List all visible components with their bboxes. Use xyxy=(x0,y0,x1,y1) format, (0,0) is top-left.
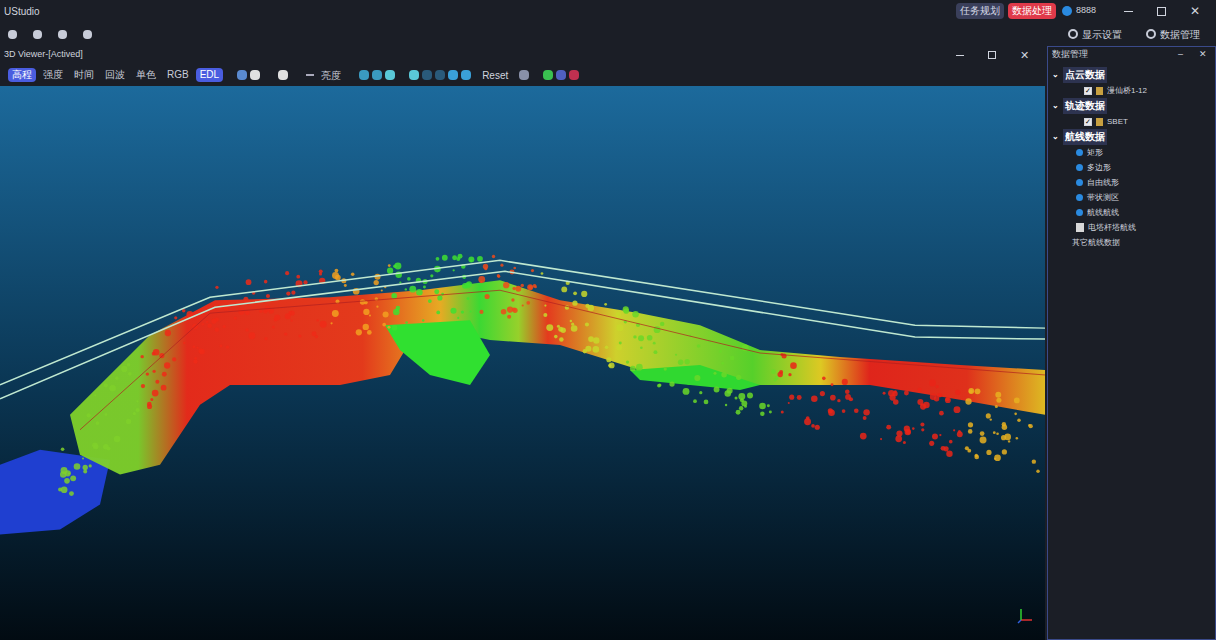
viewer-window: 3D Viewer-[Actived] ✕ 高程强度时间回波单色RGBEDL 亮度 Re… xyxy=(0,46,1045,640)
tree-item[interactable]: 自由线形 xyxy=(1052,175,1211,190)
tree-group: ⌄点云数据✓漫仙桥1-12 xyxy=(1052,67,1211,98)
view-icon[interactable] xyxy=(435,70,445,80)
panel-title: 数据管理 xyxy=(1052,48,1088,62)
chevron-icon: ⌄ xyxy=(1052,98,1059,114)
close-icon[interactable]: ✕ xyxy=(1020,47,1029,64)
route-icon xyxy=(1076,209,1083,216)
route-icon xyxy=(1076,164,1083,171)
view-icon[interactable] xyxy=(359,70,369,80)
clear-icon[interactable] xyxy=(569,70,579,80)
group-header[interactable]: ⌄轨迹数据 xyxy=(1052,98,1211,114)
measure-icon[interactable] xyxy=(519,70,529,80)
tree-group: ⌄轨迹数据✓SBET xyxy=(1052,98,1211,129)
minimize-icon[interactable]: – xyxy=(1178,48,1183,62)
tree-group: ⌄航线数据矩形多边形自由线形带状测区航线航线电塔杆塔航线其它航线数据 xyxy=(1052,129,1211,250)
line-icon[interactable] xyxy=(306,74,314,76)
file-icon xyxy=(1096,87,1103,95)
image-icon[interactable] xyxy=(237,70,247,80)
render-mode[interactable]: 回波 xyxy=(101,68,129,82)
settings-icon xyxy=(1146,29,1156,39)
app-title: UStudio xyxy=(4,4,40,19)
tool-icon[interactable] xyxy=(33,30,42,39)
globe-icon[interactable] xyxy=(461,70,471,80)
tree-item[interactable]: 矩形 xyxy=(1052,145,1211,160)
render-mode[interactable]: 高程 xyxy=(8,68,36,82)
render-mode[interactable]: 单色 xyxy=(132,68,160,82)
grid-icon[interactable] xyxy=(250,70,260,80)
target-icon[interactable] xyxy=(543,70,553,80)
tree-item[interactable]: ✓SBET xyxy=(1052,114,1211,129)
maximize-icon[interactable] xyxy=(1157,7,1166,16)
toolbar-right-button[interactable]: 数据管理 xyxy=(1146,27,1200,42)
tree-item[interactable]: 多边形 xyxy=(1052,160,1211,175)
tree: ⌄点云数据✓漫仙桥1-12⌄轨迹数据✓SBET⌄航线数据矩形多边形自由线形带状测… xyxy=(1048,63,1215,250)
restore-icon[interactable] xyxy=(988,51,996,59)
render-mode[interactable]: EDL xyxy=(196,68,223,82)
render-mode[interactable]: 时间 xyxy=(70,68,98,82)
chevron-icon: ⌄ xyxy=(1052,129,1059,145)
tree-item[interactable]: 其它航线数据 xyxy=(1052,235,1211,250)
view-icon[interactable] xyxy=(372,70,382,80)
group-header[interactable]: ⌄点云数据 xyxy=(1052,67,1211,83)
view-icon[interactable] xyxy=(409,70,419,80)
viewer-header: 3D Viewer-[Actived] ✕ xyxy=(0,46,1045,64)
file-icon xyxy=(1096,118,1103,126)
checkbox[interactable]: ✓ xyxy=(1084,118,1092,126)
viewer-toolbar: 高程强度时间回波单色RGBEDL 亮度 Reset xyxy=(0,64,1045,86)
tree-item[interactable]: 电塔杆塔航线 xyxy=(1052,220,1211,235)
settings-icon xyxy=(1068,29,1078,39)
tree-item[interactable]: 航线航线 xyxy=(1052,205,1211,220)
tower-icon xyxy=(1076,223,1084,232)
title-bar: UStudio 任务规划数据处理 8888 ✕ xyxy=(0,0,1216,22)
panel-header: 数据管理 – ✕ xyxy=(1048,47,1215,63)
minimize-icon[interactable] xyxy=(956,55,964,56)
main-toolbar: 显示设置 数据管理 xyxy=(0,22,1216,46)
route-icon xyxy=(1076,149,1083,156)
point-cloud[interactable] xyxy=(0,86,1045,640)
view-icon[interactable] xyxy=(385,70,395,80)
header-button[interactable]: 数据处理 xyxy=(1008,3,1056,19)
group-header[interactable]: ⌄航线数据 xyxy=(1052,129,1211,145)
header-button[interactable]: 任务规划 xyxy=(956,3,1004,19)
view-icon[interactable] xyxy=(422,70,432,80)
route-icon xyxy=(1076,194,1083,201)
tool-icon[interactable] xyxy=(58,30,67,39)
viewport[interactable] xyxy=(0,86,1045,640)
axis-icon xyxy=(1017,608,1033,624)
close-icon[interactable]: ✕ xyxy=(1190,2,1200,20)
chevron-icon: ⌄ xyxy=(1052,67,1059,83)
close-icon[interactable]: ✕ xyxy=(1199,48,1207,62)
tool-icon[interactable] xyxy=(83,30,92,39)
tree-item[interactable]: 带状测区 xyxy=(1052,190,1211,205)
app: UStudio任务规划数据处理8888✕显示设置数据管理3D Viewer-[A… xyxy=(0,0,1216,640)
brightness-label: 亮度 xyxy=(321,68,341,83)
globe-icon[interactable] xyxy=(448,70,458,80)
pick-icon[interactable] xyxy=(556,70,566,80)
tree-item[interactable]: ✓漫仙桥1-12 xyxy=(1052,83,1211,98)
tool-icon[interactable] xyxy=(8,30,17,39)
minimize-icon[interactable] xyxy=(1124,11,1133,12)
point-icon[interactable] xyxy=(278,70,288,80)
toolbar-right-button[interactable]: 显示设置 xyxy=(1068,27,1122,42)
checkbox[interactable]: ✓ xyxy=(1084,87,1092,95)
user-name[interactable]: 8888 xyxy=(1076,4,1096,18)
reset-button[interactable]: Reset xyxy=(482,68,508,83)
user-icon[interactable] xyxy=(1062,6,1072,16)
render-mode[interactable]: 强度 xyxy=(39,68,67,82)
render-mode[interactable]: RGB xyxy=(163,68,193,82)
data-panel: 数据管理–✕⌄点云数据✓漫仙桥1-12⌄轨迹数据✓SBET⌄航线数据矩形多边形自… xyxy=(1047,46,1216,640)
route-icon xyxy=(1076,179,1083,186)
viewer-title: 3D Viewer-[Actived] xyxy=(4,48,83,62)
